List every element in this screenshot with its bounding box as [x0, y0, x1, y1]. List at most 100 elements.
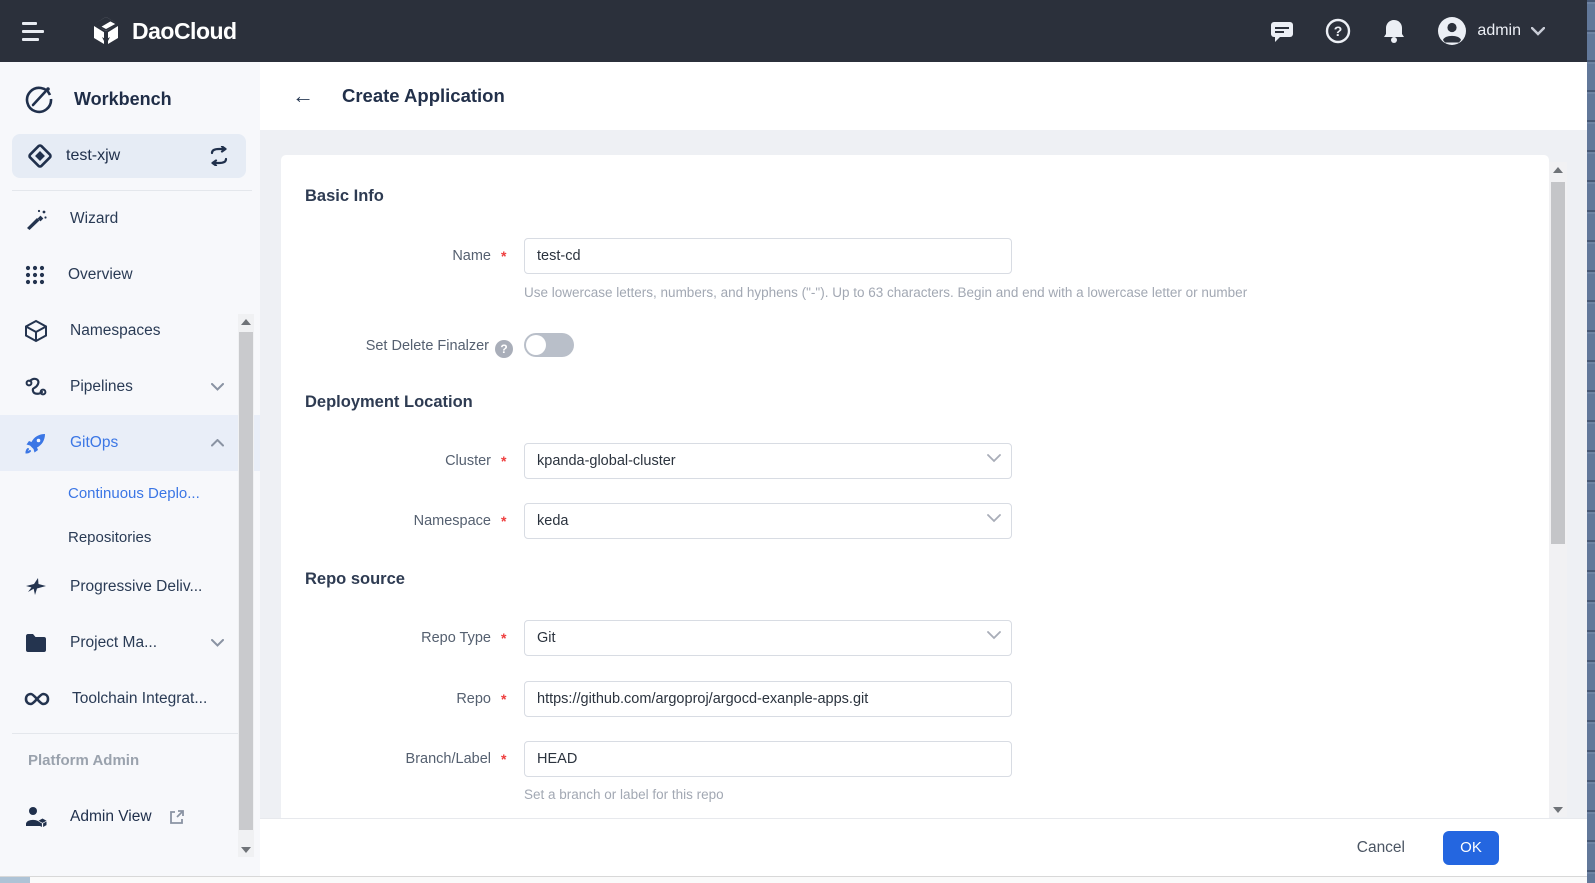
sidebar: Workbench test-xjw: [0, 62, 260, 876]
grid-dots-icon: [24, 264, 46, 286]
page-header: ← Create Application: [260, 62, 1587, 130]
sidebar-item-namespaces[interactable]: Namespaces: [0, 303, 260, 359]
folder-icon: [24, 633, 48, 653]
chevron-down-icon: [987, 631, 1001, 640]
branch-label: Branch/Label: [281, 751, 491, 767]
user-name: admin: [1477, 22, 1521, 40]
chevron-down-icon: [211, 639, 224, 647]
sidebar-item-label: GitOps: [70, 434, 189, 452]
pipeline-icon: [24, 375, 48, 399]
sidebar-item-label: Namespaces: [70, 322, 260, 340]
sidebar-item-wizard[interactable]: Wizard: [0, 191, 260, 247]
branch-input[interactable]: [524, 741, 1012, 777]
name-hint: Use lowercase letters, numbers, and hyph…: [524, 285, 1247, 300]
repo-label: Repo: [281, 691, 491, 707]
sidebar-item-toolchain-integration[interactable]: Toolchain Integrat...: [0, 671, 260, 727]
help-icon[interactable]: ?: [1325, 18, 1351, 44]
wand-icon: [24, 207, 48, 231]
name-label: Name: [281, 248, 491, 264]
user-chevron-down-icon: [1531, 27, 1545, 36]
chevron-up-icon: [211, 439, 224, 447]
required-marker: *: [501, 751, 506, 767]
notifications-bell-icon[interactable]: [1381, 18, 1407, 44]
create-application-form: Basic Info Name * Use lowercase letters,…: [281, 155, 1549, 818]
cluster-label: Cluster: [281, 453, 491, 469]
brand-name: DaoCloud: [132, 18, 237, 45]
section-basic-info: Basic Info: [305, 187, 384, 206]
sidebar-nav: Wizard Overview: [0, 191, 260, 727]
page-title: Create Application: [342, 85, 505, 107]
namespace-label: Namespace: [281, 513, 491, 529]
workspace-switch-icon[interactable]: [208, 146, 230, 166]
sidebar-item-progressive-delivery[interactable]: Progressive Deliv...: [0, 559, 260, 615]
sidebar-scrollbar-thumb[interactable]: [239, 332, 253, 830]
chevron-down-icon: [211, 383, 224, 391]
window-bottom-edge: [0, 876, 1595, 883]
window-right-edge: [1587, 0, 1595, 883]
sidebar-item-label: Project Ma...: [70, 634, 189, 652]
topbar: DaoCloud ?: [0, 0, 1595, 62]
required-marker: *: [501, 513, 506, 529]
sidebar-subitem-continuous-deployment[interactable]: Continuous Deplo...: [0, 471, 260, 515]
workbench-title: Workbench: [74, 89, 172, 110]
section-repo-source: Repo source: [305, 570, 405, 589]
user-menu[interactable]: admin: [1437, 16, 1545, 46]
required-marker: *: [501, 453, 506, 469]
scroll-up-arrow[interactable]: [238, 314, 254, 329]
workspace-name: test-xjw: [66, 147, 194, 165]
sidebar-subitem-repositories[interactable]: Repositories: [0, 515, 260, 559]
repo-type-select[interactable]: Git: [524, 620, 1012, 656]
required-marker: *: [501, 630, 506, 646]
chevron-down-icon: [987, 454, 1001, 463]
branch-hint: Set a branch or label for this repo: [524, 787, 724, 802]
back-arrow-icon[interactable]: ←: [292, 85, 314, 107]
sidebar-divider: [12, 733, 252, 734]
sidebar-subitem-label: Repositories: [68, 529, 151, 546]
menu-toggle-icon[interactable]: [22, 21, 48, 41]
finalizer-toggle[interactable]: [524, 333, 574, 357]
sidebar-item-project-management[interactable]: Project Ma...: [0, 615, 260, 671]
form-scrollbar-thumb[interactable]: [1551, 182, 1565, 544]
sidebar-item-label: Pipelines: [70, 378, 189, 396]
chat-icon[interactable]: [1269, 18, 1295, 44]
sidebar-item-admin-view[interactable]: Admin View: [0, 791, 260, 843]
name-input[interactable]: [524, 238, 1012, 274]
namespace-select-value: keda: [537, 513, 568, 529]
finalizer-label: Set Delete Finalzer: [366, 338, 489, 354]
scroll-down-arrow[interactable]: [238, 842, 254, 857]
sidebar-item-overview[interactable]: Overview: [0, 247, 260, 303]
cluster-select-value: kpanda-global-cluster: [537, 453, 676, 469]
workspace-selector[interactable]: test-xjw: [12, 134, 246, 178]
content-area: Basic Info Name * Use lowercase letters,…: [260, 130, 1587, 818]
sidebar-item-gitops[interactable]: GitOps: [0, 415, 260, 471]
brand: DaoCloud: [90, 15, 237, 47]
ok-button[interactable]: OK: [1443, 831, 1499, 865]
chevron-down-icon: [987, 514, 1001, 523]
scroll-down-arrow[interactable]: [1549, 802, 1567, 817]
form-scrollbar[interactable]: [1549, 162, 1567, 817]
sidebar-subitem-label: Continuous Deplo...: [68, 485, 200, 502]
daocloud-logo-icon: [90, 15, 122, 47]
cube-icon: [24, 319, 48, 343]
required-marker: *: [501, 248, 506, 264]
cancel-button[interactable]: Cancel: [1357, 839, 1405, 857]
sidebar-item-pipelines[interactable]: Pipelines: [0, 359, 260, 415]
infinity-icon: [24, 691, 50, 707]
scroll-up-arrow[interactable]: [1549, 162, 1567, 177]
repo-type-label: Repo Type: [281, 630, 491, 646]
cluster-select[interactable]: kpanda-global-cluster: [524, 443, 1012, 479]
workbench-icon: [24, 84, 54, 114]
finalizer-help-icon[interactable]: ?: [495, 340, 513, 358]
repo-input[interactable]: [524, 681, 1012, 717]
required-marker: *: [501, 691, 506, 707]
sidebar-item-label: Wizard: [70, 210, 260, 228]
sidebar-item-label: Toolchain Integrat...: [72, 690, 260, 708]
svg-text:?: ?: [1334, 23, 1343, 39]
sidebar-scrollbar[interactable]: [238, 314, 254, 857]
section-deployment-location: Deployment Location: [305, 393, 473, 412]
bird-icon: [24, 576, 48, 598]
namespace-select[interactable]: keda: [524, 503, 1012, 539]
admin-view-label: Admin View: [70, 808, 152, 826]
platform-admin-label: Platform Admin: [28, 752, 260, 769]
sidebar-item-label: Progressive Deliv...: [70, 578, 260, 596]
